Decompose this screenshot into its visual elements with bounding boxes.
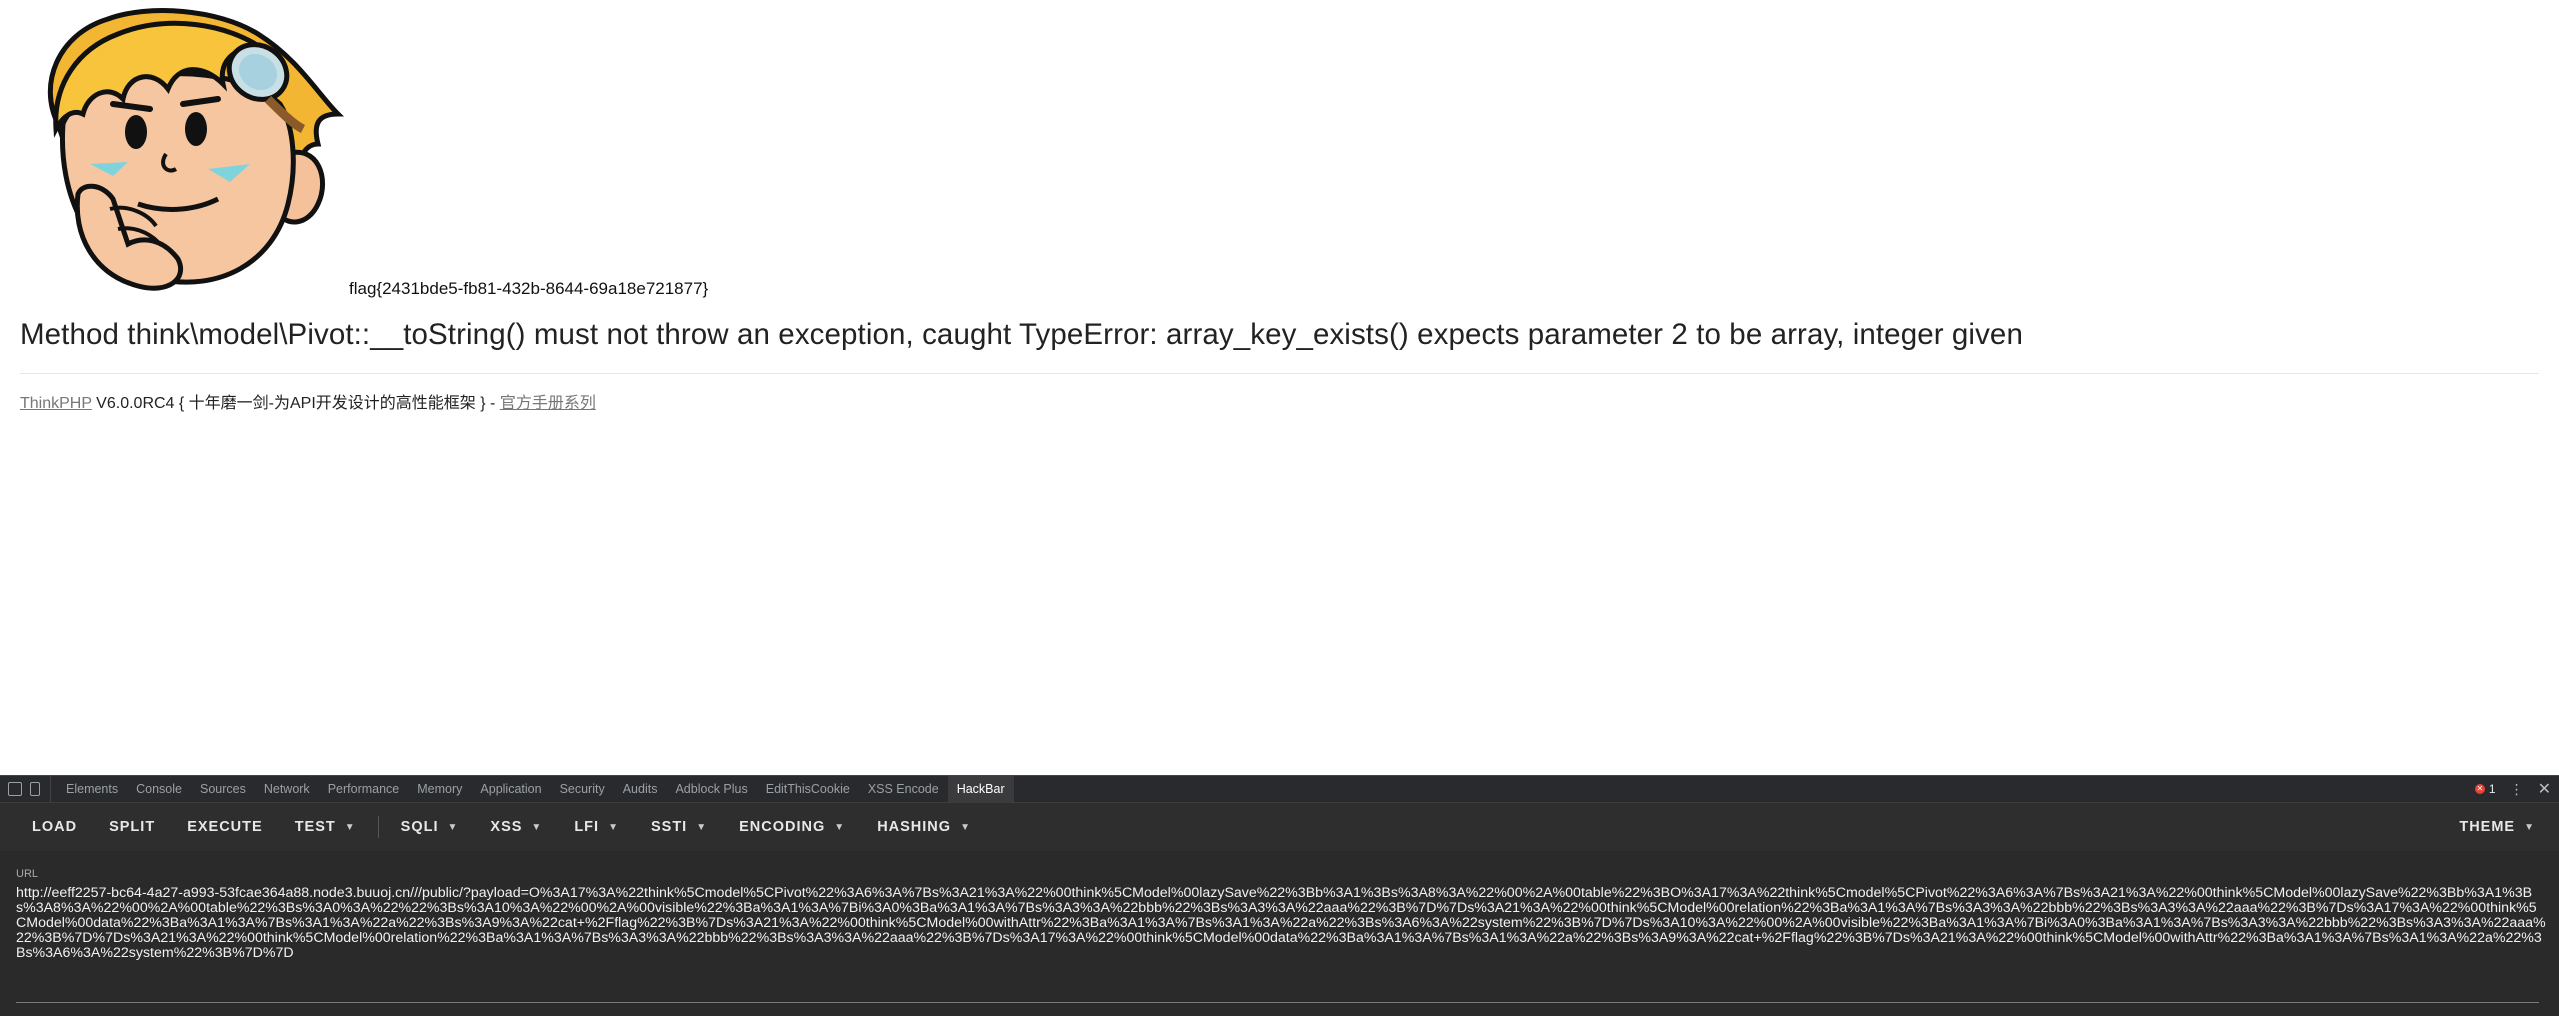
thinking-face-avatar [18,4,352,296]
xss-label: XSS [490,819,523,835]
caret-down-icon: ▼ [344,821,356,833]
thinkphp-link[interactable]: ThinkPHP [20,395,92,412]
manual-link[interactable]: 官方手册系列 [500,395,596,412]
tab-elements[interactable]: Elements [57,776,127,802]
load-label: LOAD [32,819,78,835]
url-input-underline [16,1002,2539,1003]
load-button[interactable]: LOAD [16,803,93,851]
devtools-panel: Elements Console Sources Network Perform… [0,775,2559,1016]
tab-console[interactable]: Console [127,776,191,802]
cartoon-face-image [47,8,345,291]
theme-label: THEME [2459,819,2516,835]
split-label: SPLIT [109,819,156,835]
exception-message: Method think\model\Pivot::__toString() m… [20,318,2023,351]
sqli-dropdown[interactable]: SQLI ▼ [385,803,475,851]
hashing-label: HASHING [877,819,952,835]
encoding-dropdown[interactable]: ENCODING ▼ [723,803,861,851]
url-textarea[interactable]: http://eeff2257-bc64-4a27-a993-53fcae364… [16,886,2546,961]
sqli-label: SQLI [400,819,439,835]
inspect-element-icon[interactable] [8,782,22,796]
hackbar-toolbar: LOAD SPLIT EXECUTE TEST ▼ SQLI ▼ XSS ▼ LFI ▼… [0,803,2559,851]
tab-performance[interactable]: Performance [319,776,409,802]
tab-security[interactable]: Security [551,776,614,802]
theme-dropdown[interactable]: THEME ▼ [2443,803,2559,851]
caret-down-icon: ▼ [531,821,543,833]
lfi-dropdown[interactable]: LFI ▼ [558,803,635,851]
devtools-right-controls: ✕ 1 ⋮ ✕ [2474,779,2559,799]
close-icon[interactable]: ✕ [2538,779,2551,799]
error-icon: ✕ [2474,784,2485,794]
caret-down-icon: ▼ [608,821,619,833]
execute-button[interactable]: EXECUTE [171,803,279,851]
encoding-label: ENCODING [739,819,826,835]
devtools-toolbar-icons [0,776,51,802]
url-label: URL [16,868,39,880]
execute-label: EXECUTE [187,819,263,835]
framework-version: V6.0.0RC4 { 十年磨一剑-为API开发设计的高性能框架 } - [91,395,500,412]
error-counter[interactable]: ✕ 1 [2474,782,2496,796]
tab-hackbar[interactable]: HackBar [947,776,1014,802]
test-label: TEST [294,819,336,835]
tab-sources[interactable]: Sources [191,776,255,802]
tab-editthiscookie[interactable]: EditThisCookie [757,776,859,802]
tab-audits[interactable]: Audits [614,776,667,802]
device-toggle-icon[interactable] [30,782,40,796]
flag-output: flag{2431bde5-fb81-432b-8644-69a18e72187… [349,279,709,298]
devtools-tabbar: Elements Console Sources Network Perform… [0,776,2559,803]
page-content: flag{2431bde5-fb81-432b-8644-69a18e72187… [0,0,2559,775]
hashing-dropdown[interactable]: HASHING ▼ [861,803,987,851]
error-count: 1 [2488,782,2496,796]
tab-application[interactable]: Application [471,776,550,802]
caret-down-icon: ▼ [2524,821,2535,833]
tab-xss-encode[interactable]: XSS Encode [859,776,948,802]
tab-network[interactable]: Network [255,776,319,802]
toolbar-separator [377,816,379,838]
framework-copyright: ThinkPHP V6.0.0RC4 { 十年磨一剑-为API开发设计的高性能框… [20,389,596,413]
ssti-label: SSTI [650,819,688,835]
devtools-tabs: Elements Console Sources Network Perform… [51,776,1014,802]
caret-down-icon: ▼ [696,821,708,833]
tab-adblock-plus[interactable]: Adblock Plus [666,776,756,802]
divider [20,373,2539,374]
test-dropdown[interactable]: TEST ▼ [279,803,372,851]
caret-down-icon: ▼ [834,821,846,833]
caret-down-icon: ▼ [960,821,971,833]
split-button[interactable]: SPLIT [93,803,171,851]
tab-memory[interactable]: Memory [408,776,471,802]
lfi-label: LFI [574,819,600,835]
caret-down-icon: ▼ [447,821,459,833]
ssti-dropdown[interactable]: SSTI ▼ [635,803,723,851]
xss-dropdown[interactable]: XSS ▼ [474,803,558,851]
more-options-icon[interactable]: ⋮ [2510,781,2524,798]
